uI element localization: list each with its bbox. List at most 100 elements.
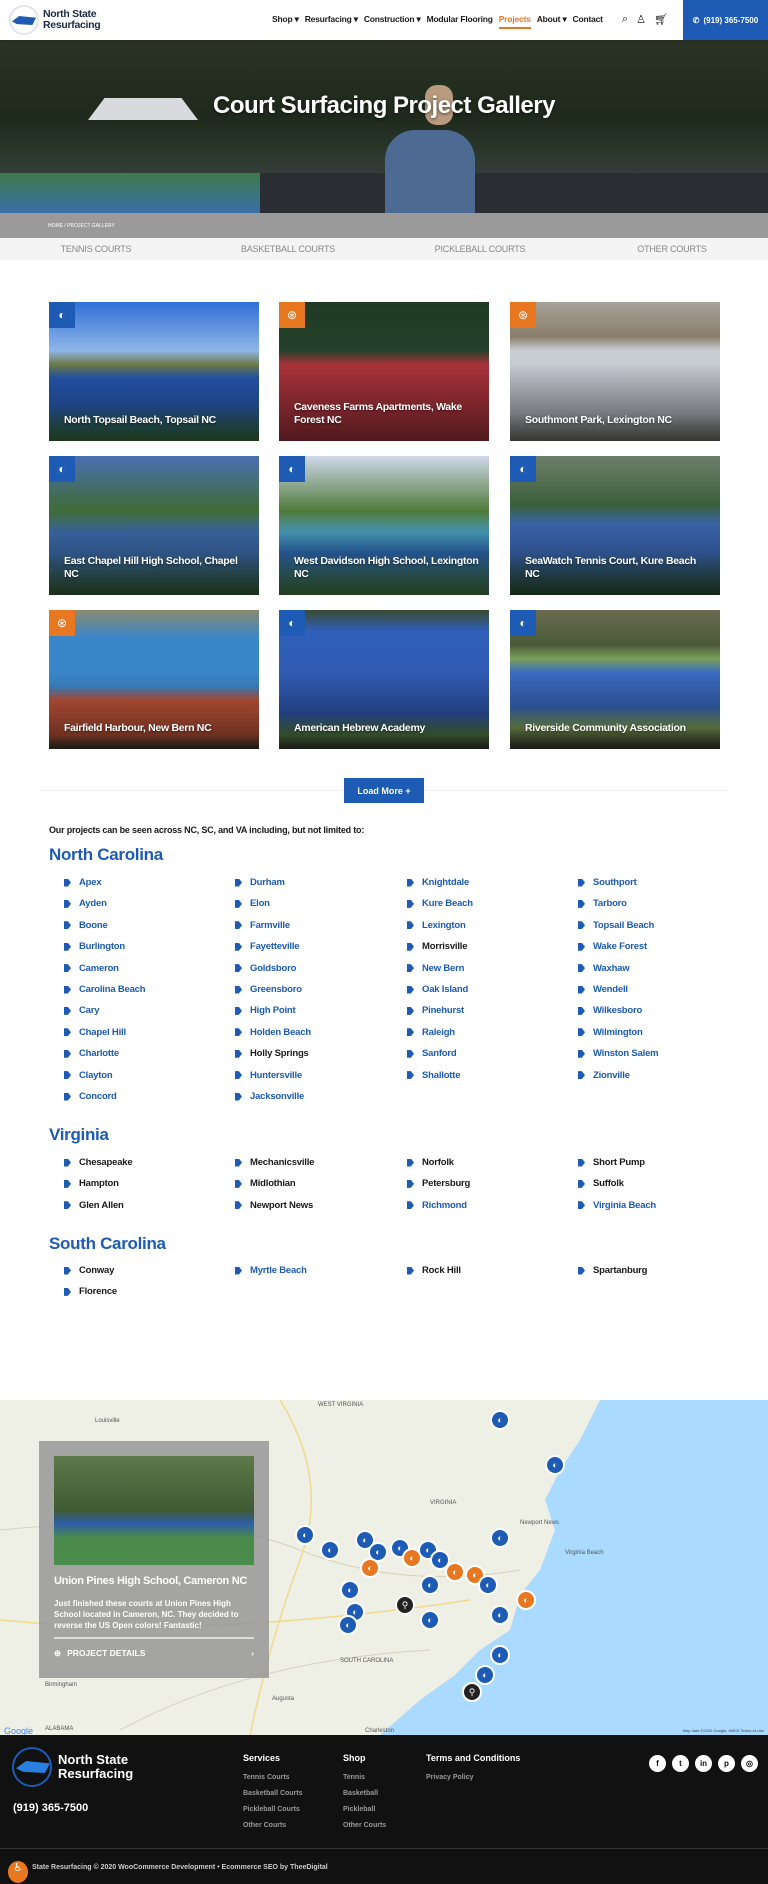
- city-link[interactable]: Midlothian: [235, 1178, 296, 1189]
- logo[interactable]: North State Resurfacing: [9, 5, 101, 35]
- city-link[interactable]: Suffolk: [578, 1178, 624, 1189]
- nav-item-resurfacing[interactable]: Resurfacing ▾: [305, 14, 358, 29]
- pinterest-icon[interactable]: p: [718, 1755, 735, 1772]
- city-link[interactable]: Chesapeake: [64, 1157, 133, 1168]
- gallery-card[interactable]: ◐ West Davidson High School, Lexington NC: [279, 456, 489, 595]
- city-link[interactable]: Burlington: [64, 941, 125, 952]
- city-link[interactable]: Raleigh: [407, 1027, 455, 1038]
- gallery-card[interactable]: ◐ North Topsail Beach, Topsail NC: [49, 302, 259, 441]
- footer-link[interactable]: Other Courts: [343, 1818, 386, 1834]
- nav-item-construction[interactable]: Construction ▾: [364, 14, 421, 29]
- tennis-marker[interactable]: ◐: [320, 1540, 340, 1560]
- city-link[interactable]: Sanford: [407, 1048, 457, 1059]
- city-link[interactable]: Boone: [64, 920, 108, 931]
- filter-tab[interactable]: OTHER COURTS: [576, 238, 768, 260]
- city-link[interactable]: Morrisville: [407, 941, 468, 952]
- phone-button[interactable]: ✆ (919) 365-7500: [683, 0, 768, 40]
- footer-link[interactable]: Tennis Courts: [243, 1770, 303, 1786]
- city-link[interactable]: Southport: [578, 877, 637, 888]
- city-link[interactable]: Winston Salem: [578, 1048, 659, 1059]
- city-link[interactable]: Glen Allen: [64, 1200, 124, 1211]
- city-link[interactable]: Carolina Beach: [64, 984, 146, 995]
- tennis-marker[interactable]: ◐: [295, 1525, 315, 1545]
- city-link[interactable]: Concord: [64, 1091, 117, 1102]
- city-link[interactable]: Tarboro: [578, 898, 627, 909]
- filter-tab[interactable]: BASKETBALL COURTS: [192, 238, 384, 260]
- linkedin-icon[interactable]: in: [695, 1755, 712, 1772]
- city-link[interactable]: Wendell: [578, 984, 628, 995]
- city-link[interactable]: Wilmington: [578, 1027, 643, 1038]
- nav-item-contact[interactable]: Contact: [573, 14, 603, 29]
- tennis-marker[interactable]: ◐: [338, 1615, 358, 1635]
- city-link[interactable]: Goldsboro: [235, 963, 296, 974]
- city-link[interactable]: Holden Beach: [235, 1027, 311, 1038]
- footer-link[interactable]: Basketball: [343, 1786, 386, 1802]
- gallery-card[interactable]: ⊛ Caveness Farms Apartments, Wake Forest …: [279, 302, 489, 441]
- tennis-marker[interactable]: ◐: [545, 1455, 565, 1475]
- search-icon[interactable]: ⌕: [622, 13, 628, 26]
- city-link[interactable]: High Point: [235, 1005, 296, 1016]
- breadcrumb[interactable]: HOME / PROJECT GALLERY: [0, 213, 768, 238]
- cart-icon[interactable]: 🛒︎: [654, 13, 668, 26]
- tennis-marker[interactable]: ◐: [490, 1645, 510, 1665]
- filter-tab[interactable]: TENNIS COURTS: [0, 238, 192, 260]
- city-link[interactable]: Hampton: [64, 1178, 119, 1189]
- city-link[interactable]: Florence: [64, 1286, 117, 1297]
- footer-link[interactable]: Pickleball Courts: [243, 1802, 303, 1818]
- footer-phone[interactable]: (919) 365-7500: [13, 1802, 88, 1814]
- city-link[interactable]: Wake Forest: [578, 941, 647, 952]
- city-link[interactable]: Myrtle Beach: [235, 1265, 307, 1276]
- tennis-marker[interactable]: ◐: [478, 1575, 498, 1595]
- basketball-marker[interactable]: ◐: [516, 1590, 536, 1610]
- city-link[interactable]: Petersburg: [407, 1178, 470, 1189]
- accessibility-icon[interactable]: ♿︎: [8, 1861, 28, 1883]
- city-link[interactable]: Huntersville: [235, 1070, 302, 1081]
- gallery-card[interactable]: ◐ American Hebrew Academy: [279, 610, 489, 749]
- city-link[interactable]: New Bern: [407, 963, 464, 974]
- city-link[interactable]: Waxhaw: [578, 963, 630, 974]
- project-details-link[interactable]: ⊕ PROJECT DETAILS ›: [54, 1648, 254, 1659]
- city-link[interactable]: Durham: [235, 877, 285, 888]
- city-link[interactable]: Apex: [64, 877, 102, 888]
- gallery-card[interactable]: ⊛ Southmont Park, Lexington NC: [510, 302, 720, 441]
- city-link[interactable]: Cary: [64, 1005, 100, 1016]
- load-more-button[interactable]: Load More +: [344, 778, 424, 803]
- city-link[interactable]: Spartanburg: [578, 1265, 647, 1276]
- city-link[interactable]: Chapel Hill: [64, 1027, 126, 1038]
- city-link[interactable]: Mechanicsville: [235, 1157, 314, 1168]
- city-link[interactable]: Lexington: [407, 920, 466, 931]
- nav-item-shop[interactable]: Shop ▾: [272, 14, 299, 29]
- map-attribution[interactable]: Map data ©2020 Google, INEGI Terms of Us…: [683, 1728, 764, 1733]
- gallery-card[interactable]: ⊛ Fairfield Harbour, New Bern NC: [49, 610, 259, 749]
- city-link[interactable]: Newport News: [235, 1200, 313, 1211]
- facebook-icon[interactable]: f: [649, 1755, 666, 1772]
- tennis-marker[interactable]: ◐: [490, 1528, 510, 1548]
- city-link[interactable]: Rock Hill: [407, 1265, 461, 1276]
- city-link[interactable]: Pinehurst: [407, 1005, 464, 1016]
- footer-link[interactable]: Other Courts: [243, 1818, 303, 1834]
- nav-item-projects[interactable]: Projects: [498, 14, 531, 29]
- pickleball-marker[interactable]: ⚲: [462, 1682, 482, 1702]
- tennis-marker[interactable]: ◐: [475, 1665, 495, 1685]
- city-link[interactable]: Clayton: [64, 1070, 113, 1081]
- gallery-card[interactable]: ◐ East Chapel Hill High School, Chapel NC: [49, 456, 259, 595]
- footer-link[interactable]: Privacy Policy: [426, 1770, 520, 1786]
- instagram-icon[interactable]: ◎: [741, 1755, 758, 1772]
- city-link[interactable]: Richmond: [407, 1200, 467, 1211]
- city-link[interactable]: Zionville: [578, 1070, 630, 1081]
- city-link[interactable]: Norfolk: [407, 1157, 454, 1168]
- city-link[interactable]: Topsail Beach: [578, 920, 654, 931]
- city-link[interactable]: Kure Beach: [407, 898, 473, 909]
- gallery-card[interactable]: ◐ Riverside Community Association: [510, 610, 720, 749]
- tennis-marker[interactable]: ◐: [420, 1575, 440, 1595]
- user-icon[interactable]: ♙: [636, 13, 646, 26]
- tennis-marker[interactable]: ◐: [420, 1610, 440, 1630]
- footer-logo[interactable]: North State Resurfacing: [12, 1747, 133, 1787]
- city-link[interactable]: Virginia Beach: [578, 1200, 656, 1211]
- footer-link[interactable]: Basketball Courts: [243, 1786, 303, 1802]
- city-link[interactable]: Cameron: [64, 963, 119, 974]
- pickleball-marker[interactable]: ⚲: [395, 1595, 415, 1615]
- nav-item-modularflooring[interactable]: Modular Flooring: [427, 14, 493, 29]
- basketball-marker[interactable]: ◐: [360, 1558, 380, 1578]
- footer-link[interactable]: Tennis: [343, 1770, 386, 1786]
